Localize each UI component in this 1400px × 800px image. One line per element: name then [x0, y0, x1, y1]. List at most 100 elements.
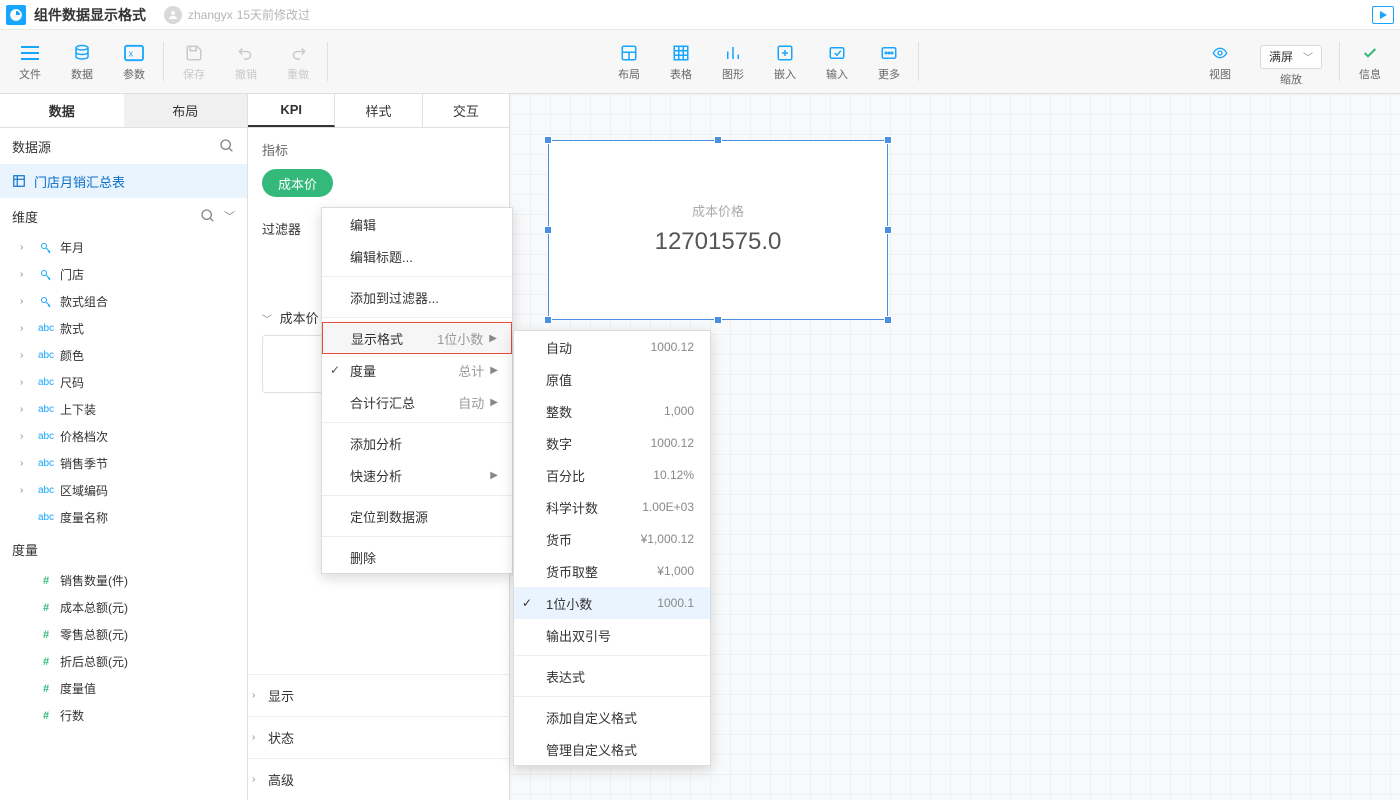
menu-measure[interactable]: ✓度量 总计▶ [322, 354, 512, 386]
dimension-item[interactable]: ›abc销售季节 [0, 450, 247, 477]
chevron-down-icon: ﹀ [1303, 49, 1313, 64]
menu-delete[interactable]: 删除 [322, 541, 512, 573]
tab-kpi[interactable]: KPI [248, 94, 335, 127]
user-avatar-icon [164, 6, 182, 24]
measures-header: 度量 [0, 531, 247, 567]
datasource-header: 数据源 [0, 128, 247, 164]
preview-button[interactable] [1372, 6, 1394, 24]
measure-item[interactable]: #度量值 [0, 675, 247, 702]
data-button[interactable]: 数据 [56, 30, 108, 93]
dimension-item[interactable]: ›abc价格档次 [0, 423, 247, 450]
params-button[interactable]: x 参数 [108, 30, 160, 93]
dimension-item[interactable]: ›款式组合 [0, 288, 247, 315]
menu-locate-datasource[interactable]: 定位到数据源 [322, 500, 512, 532]
measure-item[interactable]: #销售数量(件) [0, 567, 247, 594]
menu-edit[interactable]: 编辑 [322, 208, 512, 240]
chart-button[interactable]: 图形 [707, 30, 759, 93]
dimension-item[interactable]: ›门店 [0, 261, 247, 288]
measure-item[interactable]: #折后总额(元) [0, 648, 247, 675]
view-button[interactable]: 视图 [1194, 30, 1246, 93]
dimension-item[interactable]: ›abc款式 [0, 315, 247, 342]
measure-item[interactable]: #零售总额(元) [0, 621, 247, 648]
kpi-widget[interactable]: 成本价格 12701575.0 [548, 140, 888, 320]
format-option[interactable]: 数字1000.12 [514, 427, 710, 459]
file-menu-button[interactable]: 文件 [4, 30, 56, 93]
indicator-pill[interactable]: 成本价 [262, 169, 333, 197]
key-icon [38, 242, 54, 254]
menu-display-format[interactable]: 显示格式 1位小数▶ [322, 322, 512, 354]
menu-manage-custom-format[interactable]: 管理自定义格式 [514, 733, 710, 765]
context-menu: 编辑 编辑标题... 添加到过滤器... 显示格式 1位小数▶ ✓度量 总计▶ … [321, 207, 513, 574]
format-option[interactable]: 货币取整¥1,000 [514, 555, 710, 587]
hash-icon: # [38, 575, 54, 587]
format-option[interactable]: 自动1000.12 [514, 331, 710, 363]
text-icon: abc [38, 377, 54, 388]
zoom-dropdown[interactable]: 满屏 ﹀ [1260, 45, 1322, 69]
chevron-down-icon[interactable]: ﹀ [224, 208, 235, 224]
search-icon[interactable] [200, 208, 216, 224]
accordion-display[interactable]: ›显示 [248, 674, 509, 716]
more-button[interactable]: 更多 [863, 30, 915, 93]
datasource-item[interactable]: 门店月销汇总表 [0, 164, 247, 198]
chevron-right-icon: ▶ [489, 333, 497, 344]
menu-quick-analysis[interactable]: 快速分析▶ [322, 459, 512, 491]
dimension-item[interactable]: ›abc上下装 [0, 396, 247, 423]
embed-icon [773, 42, 797, 64]
dimension-item[interactable]: ›年月 [0, 234, 247, 261]
hash-icon: # [38, 602, 54, 614]
text-icon: abc [38, 431, 54, 442]
menu-total-row[interactable]: 合计行汇总 自动▶ [322, 386, 512, 418]
menu-add-analysis[interactable]: 添加分析 [322, 427, 512, 459]
eye-icon [1208, 42, 1232, 64]
menu-add-filter[interactable]: 添加到过滤器... [322, 281, 512, 313]
text-icon: abc [38, 512, 54, 523]
layout-button[interactable]: 布局 [603, 30, 655, 93]
format-option[interactable]: 输出双引号 [514, 619, 710, 651]
kpi-title: 成本价格 [549, 141, 887, 220]
format-option[interactable]: 科学计数1.00E+03 [514, 491, 710, 523]
tab-layout[interactable]: 布局 [124, 94, 248, 127]
accordion-state[interactable]: ›状态 [248, 716, 509, 758]
undo-icon [234, 42, 258, 64]
format-submenu: 自动1000.12原值整数1,000数字1000.12百分比10.12%科学计数… [513, 330, 711, 766]
titlebar: 组件数据显示格式 zhangyx 15天前修改过 [0, 0, 1400, 30]
dimension-item[interactable]: ›abc区域编码 [0, 477, 247, 504]
menu-add-custom-format[interactable]: 添加自定义格式 [514, 701, 710, 733]
table-icon [669, 42, 693, 64]
menu-expression[interactable]: 表达式 [514, 660, 710, 692]
tab-style[interactable]: 样式 [335, 94, 422, 127]
format-option[interactable]: ✓1位小数1000.1 [514, 587, 710, 619]
menu-edit-title[interactable]: 编辑标题... [322, 240, 512, 272]
hamburger-icon [18, 42, 42, 64]
chevron-down-icon[interactable]: ﹀ [262, 315, 272, 326]
text-icon: abc [38, 350, 54, 361]
format-option[interactable]: 货币¥1,000.12 [514, 523, 710, 555]
indicator-label: 指标 [262, 140, 495, 159]
tab-data[interactable]: 数据 [0, 94, 124, 127]
dimension-item[interactable]: ›abc尺码 [0, 369, 247, 396]
format-option[interactable]: 百分比10.12% [514, 459, 710, 491]
embed-button[interactable]: 嵌入 [759, 30, 811, 93]
measure-item[interactable]: #成本总额(元) [0, 594, 247, 621]
input-button[interactable]: 输入 [811, 30, 863, 93]
left-tabs: 数据 布局 [0, 94, 247, 128]
layout-icon [617, 42, 641, 64]
accordion-advanced[interactable]: ›高级 [248, 758, 509, 800]
app-logo [6, 5, 26, 25]
zoom-control[interactable]: 满屏 ﹀ 缩放 [1246, 30, 1336, 93]
format-option[interactable]: 原值 [514, 363, 710, 395]
redo-button[interactable]: 重做 [272, 30, 324, 93]
search-icon[interactable] [219, 138, 235, 154]
table-button[interactable]: 表格 [655, 30, 707, 93]
save-button[interactable]: 保存 [168, 30, 220, 93]
chevron-right-icon: ▶ [490, 470, 498, 481]
measure-item[interactable]: #行数 [0, 702, 247, 729]
text-icon: abc [38, 323, 54, 334]
info-button[interactable]: 信息 [1344, 30, 1396, 93]
tab-interaction[interactable]: 交互 [423, 94, 509, 127]
format-option[interactable]: 整数1,000 [514, 395, 710, 427]
chart-icon [721, 42, 745, 64]
dimension-item[interactable]: ›abc颜色 [0, 342, 247, 369]
dimension-item[interactable]: abc度量名称 [0, 504, 247, 531]
undo-button[interactable]: 撤销 [220, 30, 272, 93]
